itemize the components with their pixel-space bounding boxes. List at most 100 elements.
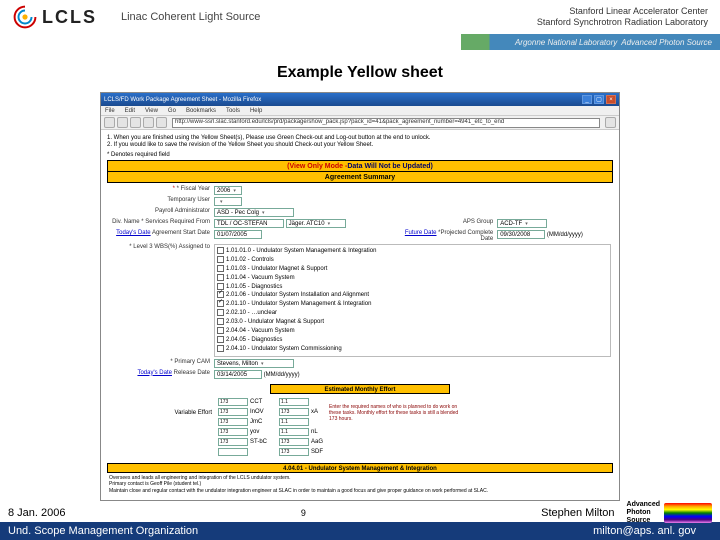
- checkbox-icon[interactable]: [217, 265, 224, 272]
- release-date-field[interactable]: 03/14/2005: [214, 370, 262, 379]
- future-date-link[interactable]: Future Date: [405, 230, 437, 236]
- menu-help[interactable]: Help: [250, 108, 262, 114]
- page-content: 1. When you are finished using the Yello…: [101, 130, 619, 500]
- notice-1: 1. When you are finished using the Yello…: [107, 135, 613, 141]
- forward-button[interactable]: [117, 117, 128, 128]
- reload-button[interactable]: [130, 117, 141, 128]
- mode-banner: (View Only Mode - Data Will Not be Updat…: [107, 160, 613, 172]
- div-select[interactable]: Jäger. ATC10: [286, 219, 346, 228]
- effort-input[interactable]: 173: [279, 438, 309, 446]
- menu-bookmarks[interactable]: Bookmarks: [186, 108, 216, 114]
- slide-footer: 8 Jan. 2006 9 Stephen Milton Advanced Ph…: [0, 504, 720, 540]
- start-date-field[interactable]: 01/07/2005: [214, 230, 262, 239]
- footer-date: 8 Jan. 2006: [8, 507, 66, 519]
- wbs-item: 2.02.10 - …unclear: [217, 309, 608, 318]
- effort-input[interactable]: 173: [218, 418, 248, 426]
- effort-input[interactable]: 173: [218, 398, 248, 406]
- wbs-text: 2.01.10 - Undulator System Management & …: [226, 301, 371, 307]
- go-button[interactable]: [605, 117, 616, 128]
- hdr-right-1: Stanford Linear Accelerator Center: [537, 6, 708, 17]
- aps-l2: Photon: [627, 509, 660, 517]
- header-right: Stanford Linear Accelerator Center Stanf…: [537, 6, 708, 28]
- aps-group-label: APS Group: [390, 218, 495, 229]
- temp-user-label: Temporary User: [107, 196, 212, 207]
- effort-note: Enter the required names of who is plann…: [329, 396, 459, 422]
- fiscal-year-label: * * Fiscal Year: [107, 185, 212, 196]
- browser-window: LCLS/FD Work Package Agreement Sheet - M…: [100, 92, 620, 501]
- home-button[interactable]: [156, 117, 167, 128]
- window-title: LCLS/FD Work Package Agreement Sheet - M…: [104, 97, 261, 103]
- browser-menu[interactable]: File Edit View Go Bookmarks Tools Help: [101, 106, 619, 116]
- page-number: 9: [301, 508, 306, 518]
- wbs-item: 2.03.0 - Undulator Magnet & Support: [217, 318, 608, 327]
- menu-go[interactable]: Go: [168, 108, 176, 114]
- hdr-right-2: Stanford Synchrotron Radiation Laborator…: [537, 17, 708, 28]
- effort-input[interactable]: 173: [218, 408, 248, 416]
- task-body: Oversees and leads all engineering and i…: [107, 473, 613, 497]
- footer-email: milton@aps. anl. gov: [593, 525, 696, 537]
- checkbox-icon[interactable]: [217, 327, 224, 334]
- checkbox-icon[interactable]: [217, 300, 224, 307]
- checkbox-icon[interactable]: [217, 283, 224, 290]
- wbs-text: 1.01.01.0 - Undulator System Management …: [226, 248, 376, 254]
- effort-table-2: 1.1173xA1.11.1nL173AaG173SDF: [277, 396, 325, 458]
- wbs-item: 1.01.03 - Undulator Magnet & Support: [217, 265, 608, 274]
- argonne-lab: Argonne National Laboratory: [515, 38, 617, 47]
- checkbox-icon[interactable]: [217, 274, 224, 281]
- effort-input[interactable]: 1.1: [279, 398, 309, 406]
- effort-input[interactable]: 173: [218, 438, 248, 446]
- effort-name: InOV: [250, 408, 267, 416]
- effort-name: [311, 418, 323, 426]
- aps-group-select[interactable]: ACD-TF: [497, 219, 547, 228]
- todays-date-link[interactable]: Today's Date: [116, 230, 151, 236]
- effort-input[interactable]: [218, 448, 248, 456]
- wbs-text: 2.04.05 - Diagnostics: [226, 337, 282, 343]
- back-button[interactable]: [104, 117, 115, 128]
- checkbox-icon[interactable]: [217, 345, 224, 352]
- stop-button[interactable]: [143, 117, 154, 128]
- minimize-icon[interactable]: _: [582, 95, 592, 104]
- task-line-3: Maintain close and regular contact with …: [109, 488, 611, 495]
- payroll-select[interactable]: ASD - Pec Colg: [214, 208, 294, 217]
- aps-l1: Advanced: [627, 501, 660, 509]
- wbs-text: 2.04.04 - Vacuum System: [226, 328, 295, 334]
- date-format-hint: (MM/dd/yyyy): [547, 232, 583, 238]
- checkbox-icon[interactable]: [217, 247, 224, 254]
- wbs-text: 1.01.04 - Vacuum System: [226, 275, 295, 281]
- effort-name: nL: [311, 428, 323, 436]
- primary-cam-select[interactable]: Stevens, Milton: [214, 359, 294, 368]
- release-format-hint: (MM/dd/yyyy): [264, 372, 300, 378]
- effort-input[interactable]: 173: [279, 448, 309, 456]
- fiscal-year-select[interactable]: 2006: [214, 186, 242, 195]
- maximize-icon[interactable]: ▢: [594, 95, 604, 104]
- complete-date-field[interactable]: 09/30/2008: [497, 230, 545, 239]
- page-title: Example Yellow sheet: [0, 64, 720, 82]
- wbs-text: 2.04.10 - Undulator System Commissioning: [226, 346, 342, 352]
- menu-view[interactable]: View: [145, 108, 158, 114]
- todays-date-link-2[interactable]: Today's Date: [137, 370, 172, 376]
- effort-name: [250, 448, 267, 458]
- temp-user-select[interactable]: [214, 197, 242, 206]
- wbs-text: 2.01.06 - Undulator System Installation …: [226, 292, 369, 298]
- effort-input[interactable]: 1.1: [279, 428, 309, 436]
- checkbox-icon[interactable]: [217, 318, 224, 325]
- wbs-item: 1.01.02 - Controls: [217, 256, 608, 265]
- checkbox-icon[interactable]: [217, 309, 224, 316]
- effort-input[interactable]: 173: [218, 428, 248, 436]
- checkbox-icon[interactable]: [217, 256, 224, 263]
- wbs-list: 1.01.01.0 - Undulator System Management …: [214, 244, 611, 357]
- address-bar[interactable]: http://www-ssrl.slac.stanford.edu/lcls/p…: [172, 118, 600, 128]
- notice-2: 2. If you would like to save the revisio…: [107, 142, 613, 148]
- checkbox-icon[interactable]: [217, 336, 224, 343]
- effort-name: CCT: [250, 398, 267, 406]
- wbs-text: 1.01.05 - Diagnostics: [226, 284, 282, 290]
- menu-edit[interactable]: Edit: [125, 108, 135, 114]
- div-label: Div. Name * Services Required From: [107, 218, 212, 229]
- checkbox-icon[interactable]: [217, 291, 224, 298]
- effort-input[interactable]: 1.1: [279, 418, 309, 426]
- menu-file[interactable]: File: [105, 108, 115, 114]
- wbs-item: 1.01.04 - Vacuum System: [217, 274, 608, 283]
- effort-input[interactable]: 173: [279, 408, 309, 416]
- menu-tools[interactable]: Tools: [226, 108, 240, 114]
- close-icon[interactable]: ×: [606, 95, 616, 104]
